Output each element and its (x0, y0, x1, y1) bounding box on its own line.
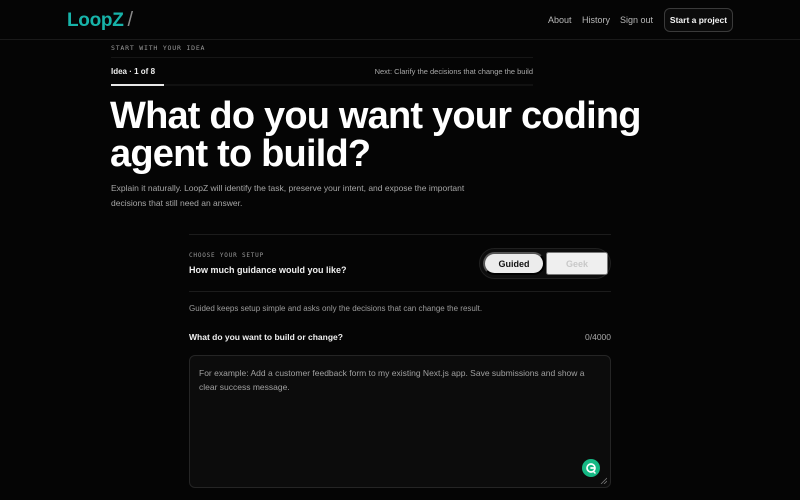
build-request-label: What do you want to build or change? (189, 332, 343, 342)
sign-out-link[interactable]: Sign out (620, 15, 653, 25)
divider (189, 291, 611, 292)
next-step-label: Next: Clarify the decisions that change … (374, 67, 533, 76)
intro-text: Explain it naturally. LoopZ will identif… (111, 183, 465, 208)
section-eyebrow: START WITH YOUR IDEA (111, 44, 206, 52)
page-title: What do you want your coding agent to bu… (110, 95, 641, 175)
grammar-assistant-icon[interactable] (582, 459, 600, 477)
progress-fill (111, 84, 164, 86)
guided-option[interactable]: Guided (483, 252, 545, 275)
setup-eyebrow: CHOOSE YOUR SETUP (189, 252, 265, 259)
logo-slash: / (127, 9, 134, 31)
progress-row: Idea · 1 of 8 Next: Clarify the decision… (111, 57, 533, 86)
resize-handle-icon[interactable] (600, 477, 607, 484)
guidance-toggle: Guided Geek (479, 248, 611, 279)
logo-text: LoopZ (67, 10, 124, 31)
guidance-note: Guided keeps setup simple and asks only … (189, 304, 483, 313)
build-request-field (189, 355, 611, 488)
start-project-button[interactable]: Start a project (664, 8, 733, 32)
geek-option[interactable]: Geek (546, 252, 608, 275)
divider (189, 234, 611, 235)
build-request-textarea[interactable] (190, 356, 610, 487)
top-navigation: LoopZ / About History Sign out Start a p… (0, 0, 800, 40)
about-link[interactable]: About (548, 15, 572, 25)
character-count: 0/4000 (585, 332, 611, 342)
progress-track (111, 84, 533, 86)
setup-question: How much guidance would you like? (189, 265, 347, 275)
current-step-label: Idea · 1 of 8 (111, 67, 156, 76)
loopz-logo[interactable]: LoopZ / (67, 9, 133, 32)
history-link[interactable]: History (582, 15, 610, 25)
